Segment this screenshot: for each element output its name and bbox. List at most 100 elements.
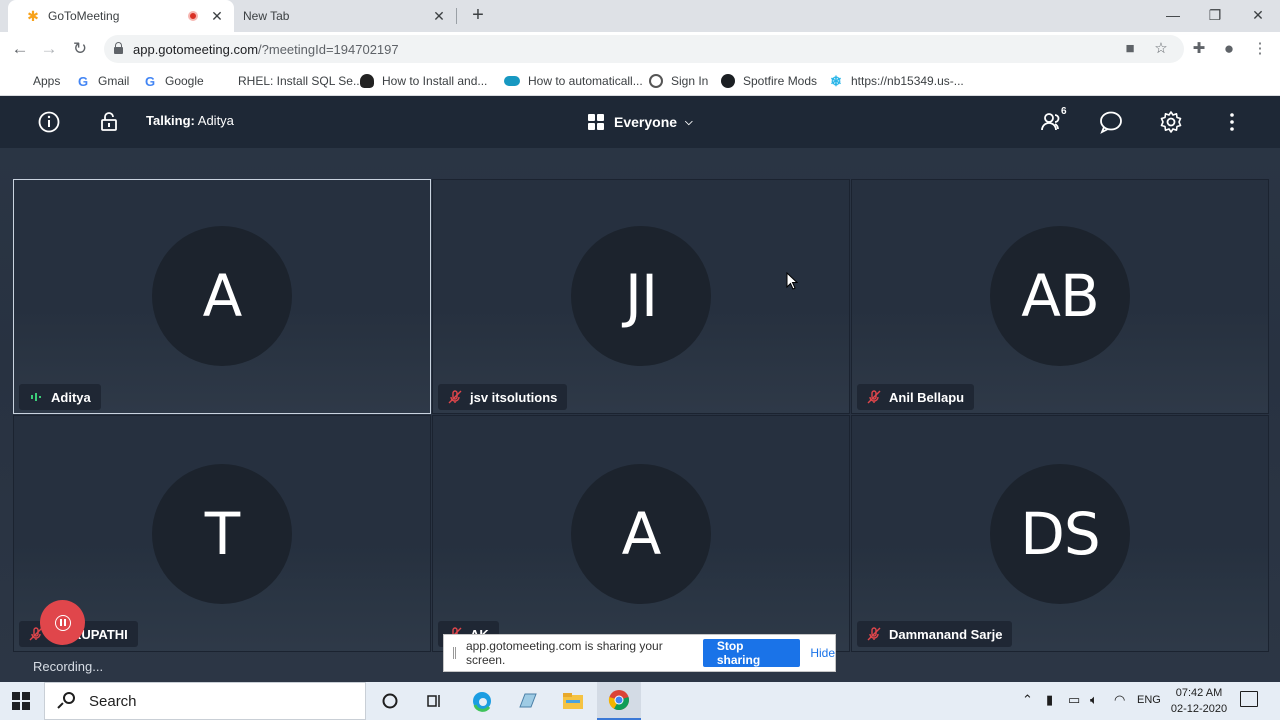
google-icon: G <box>144 73 156 89</box>
edge-browser-icon[interactable] <box>460 682 504 720</box>
bookmark-apps[interactable]: Apps <box>12 72 60 90</box>
bookmark-sign-in[interactable]: Sign In <box>649 72 708 90</box>
bookmarks-bar: Apps G Gmail G Google RHEL: Install SQL … <box>0 65 1280 96</box>
bookmark-star-icon[interactable]: ☆ <box>1151 39 1171 59</box>
bookmark-label: Google <box>165 74 204 88</box>
close-window-button[interactable]: ✕ <box>1238 2 1278 28</box>
system-clock[interactable]: 07:42 AM 02-12-2020 <box>1168 685 1230 717</box>
task-view-icon[interactable] <box>412 682 456 720</box>
snowflake-icon: ❄ <box>830 72 842 89</box>
bookmark-label: Spotfire Mods <box>743 74 818 88</box>
meeting-header: Talking: Aditya Everyone ⌵ <box>0 96 1280 148</box>
battery-icon[interactable]: ▭ <box>1068 692 1080 708</box>
talking-label: Talking: <box>146 113 195 128</box>
mouse-cursor-icon <box>786 271 799 295</box>
windows-taskbar: Search ⌃ ▮ ▭ 🔈︎ ◠ ENG 07:42 AM 02-12-202… <box>0 682 1280 720</box>
settings-gear-icon[interactable] <box>1158 109 1184 135</box>
bookmark-gmail[interactable]: G Gmail <box>76 72 129 90</box>
maximize-button[interactable]: ❐ <box>1195 2 1235 28</box>
salesforce-icon <box>504 76 520 86</box>
taskbar-search[interactable]: Search <box>44 682 366 720</box>
stop-sharing-button[interactable]: Stop sharing <box>702 639 801 667</box>
search-label: Search <box>89 692 137 710</box>
info-icon[interactable] <box>36 109 62 135</box>
bookmark-how-to-automatically[interactable]: How to automaticall... <box>504 72 643 90</box>
participant-nameplate: Anil Bellapu <box>857 384 975 410</box>
bookmark-spotfire-mods[interactable]: Spotfire Mods <box>721 72 817 90</box>
gotomeeting-icon: ✱ <box>27 8 39 24</box>
attendee-count-badge: 6 <box>1061 106 1067 117</box>
avatar: AB <box>990 226 1130 366</box>
reload-button[interactable]: ↻ <box>67 36 93 62</box>
wifi-icon[interactable]: ◠ <box>1114 692 1125 708</box>
windows-start-icon[interactable] <box>12 692 30 710</box>
view-label: Everyone <box>614 114 678 130</box>
url-text: app.gotomeeting.com/?meetingId=194702197 <box>133 42 399 57</box>
profile-avatar-icon[interactable]: ● <box>1219 39 1239 59</box>
close-tab-icon[interactable]: ✕ <box>208 8 226 25</box>
participant-name: Aditya <box>51 389 91 405</box>
tab-new-tab[interactable]: New Tab ✕ <box>234 0 456 32</box>
bookmark-label: https://nb15349.us-... <box>851 74 964 88</box>
tab-title: GoToMeeting <box>48 9 120 23</box>
sql-tool-icon[interactable] <box>506 682 550 720</box>
chat-icon[interactable] <box>1098 109 1124 135</box>
bookmark-rhel[interactable]: RHEL: Install SQL Se... <box>216 72 363 90</box>
language-indicator[interactable]: ENG <box>1137 694 1161 706</box>
file-explorer-icon[interactable] <box>551 682 595 720</box>
bookmark-label: How to automaticall... <box>528 74 643 88</box>
more-menu-icon[interactable]: ⋮ <box>1250 39 1270 59</box>
lock-meeting-icon[interactable] <box>96 109 122 135</box>
browser-toolbar: ← → ↻ app.gotomeeting.com/?meetingId=194… <box>0 32 1280 65</box>
chrome-icon[interactable] <box>597 682 641 720</box>
bookmark-label: Apps <box>33 74 61 88</box>
minimize-button[interactable]: — <box>1153 2 1193 28</box>
avatar: T <box>152 464 292 604</box>
participant-name: Dammanand Sarje <box>889 626 1003 642</box>
participant-tile[interactable]: JI jsv itsolutions <box>432 179 850 414</box>
tab-gotomeeting[interactable]: ✱ GoToMeeting ✕ <box>8 0 234 32</box>
microphone-icon[interactable]: ▮ <box>1046 692 1053 708</box>
muted-microphone-icon <box>448 390 462 404</box>
participant-nameplate: Dammanand Sarje <box>857 621 1013 647</box>
recording-indicator-icon <box>188 11 198 21</box>
bookmark-label: RHEL: Install SQL Se... <box>238 74 363 88</box>
pause-recording-button[interactable] <box>40 600 85 645</box>
view-selector[interactable]: Everyone ⌵ <box>588 111 693 133</box>
bookmark-label: Sign In <box>671 74 709 88</box>
more-options-icon[interactable] <box>1219 109 1245 135</box>
lock-icon <box>114 42 123 54</box>
bookmark-google[interactable]: G Google <box>143 72 204 90</box>
share-message: app.gotomeeting.com is sharing your scre… <box>465 639 663 667</box>
participant-tile[interactable]: A Aditya <box>13 179 431 414</box>
drag-handle-icon[interactable] <box>453 647 456 659</box>
new-tab-button[interactable]: + <box>466 4 490 28</box>
grid-view-icon <box>588 114 604 130</box>
participant-tile[interactable]: DS Dammanand Sarje <box>851 415 1269 652</box>
bookmark-how-to-install[interactable]: How to Install and... <box>360 72 487 90</box>
bookmark-label: Gmail <box>98 74 130 88</box>
participant-tile[interactable]: A AK <box>432 415 850 652</box>
show-hidden-icons-chevron-icon[interactable]: ⌃ <box>1022 692 1033 708</box>
windows-icon <box>216 74 230 88</box>
chevron-down-icon: ⌵ <box>685 116 693 128</box>
participant-nameplate: Aditya <box>19 384 101 410</box>
close-tab-icon[interactable]: ✕ <box>430 8 448 25</box>
tab-title: New Tab <box>243 9 290 23</box>
bookmark-nb15349[interactable]: ❄ https://nb15349.us-... <box>829 72 964 90</box>
avatar: A <box>571 464 711 604</box>
tab-divider <box>456 8 457 24</box>
extensions-icon[interactable]: ✚ <box>1189 39 1209 59</box>
notification-center-icon[interactable] <box>1240 691 1258 707</box>
volume-icon[interactable]: 🔈︎ <box>1090 692 1098 708</box>
camera-icon[interactable]: ■ <box>1120 39 1140 59</box>
forward-button[interactable]: → <box>36 36 62 62</box>
back-button[interactable]: ← <box>7 36 33 62</box>
cortana-icon[interactable] <box>368 682 412 720</box>
address-bar[interactable]: app.gotomeeting.com/?meetingId=194702197… <box>104 35 1184 63</box>
avatar: JI <box>571 226 711 366</box>
participant-tile[interactable]: AB Anil Bellapu <box>851 179 1269 414</box>
participant-name: jsv itsolutions <box>470 389 558 405</box>
hide-button[interactable]: Hide <box>810 646 835 660</box>
search-icon <box>57 692 75 710</box>
